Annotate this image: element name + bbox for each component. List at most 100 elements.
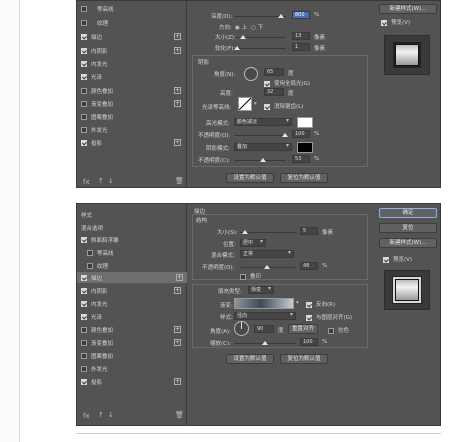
checkbox[interactable] xyxy=(264,103,270,110)
style-item-gradient-overlay[interactable]: 渐变叠加 + xyxy=(81,98,185,109)
checkbox[interactable] xyxy=(81,100,87,107)
checkbox[interactable] xyxy=(81,300,87,307)
move-down-icon[interactable]: ↓ xyxy=(108,177,114,185)
add-icon[interactable]: + xyxy=(174,378,181,385)
checkbox[interactable] xyxy=(328,327,334,334)
style-item-stroke[interactable]: 描边 + xyxy=(77,272,187,283)
add-icon[interactable]: + xyxy=(174,100,181,107)
checkbox[interactable] xyxy=(81,339,87,346)
fx-icon[interactable]: fx xyxy=(83,412,90,420)
chevron-down-icon[interactable]: ▾ xyxy=(254,101,257,107)
checkbox[interactable] xyxy=(306,314,312,321)
direction-up-radio[interactable]: ◉ 上 xyxy=(235,23,247,31)
blending-options[interactable]: 混合选项 xyxy=(81,222,185,233)
style-item-stroke[interactable]: 描边 + xyxy=(81,31,185,42)
slider-thumb[interactable] xyxy=(260,158,266,162)
checkbox[interactable] xyxy=(81,73,87,80)
style-item-contour[interactable]: 等高线 xyxy=(81,3,185,14)
checkbox[interactable] xyxy=(81,313,87,320)
slider-thumb[interactable] xyxy=(264,265,270,269)
checkbox[interactable] xyxy=(81,33,87,40)
blend-mode-select[interactable]: 正常 xyxy=(240,250,294,258)
highlight-mode-select[interactable]: 颜色减淡 xyxy=(234,118,292,126)
soften-slider[interactable] xyxy=(234,46,286,50)
highlight-color-swatch[interactable] xyxy=(297,117,313,128)
opacity-field[interactable]: 48 xyxy=(300,262,318,270)
preview-checkbox[interactable]: 预览(V) xyxy=(383,255,412,263)
checkbox[interactable] xyxy=(81,139,87,146)
size-slider[interactable] xyxy=(240,230,296,234)
checkbox[interactable] xyxy=(306,301,312,308)
soften-field[interactable]: 1 xyxy=(292,43,310,51)
highlight-opacity-field[interactable]: 100 xyxy=(292,130,310,138)
move-up-icon[interactable]: ↑ xyxy=(98,177,104,185)
gradient-picker[interactable] xyxy=(234,298,294,309)
checkbox[interactable] xyxy=(81,274,87,281)
checkbox[interactable] xyxy=(81,365,87,372)
direction-down-radio[interactable]: ○ 下 xyxy=(251,23,263,31)
angle-dial[interactable] xyxy=(234,321,249,336)
angle-field[interactable]: 65 xyxy=(264,68,284,76)
reset-default-button[interactable]: 复位为默认值 xyxy=(280,354,328,364)
add-icon[interactable]: + xyxy=(174,87,181,94)
checkbox[interactable] xyxy=(381,19,387,26)
size-field[interactable]: 13 xyxy=(292,32,310,40)
checkbox[interactable] xyxy=(81,5,87,12)
trash-icon[interactable]: 🗑 xyxy=(175,411,184,419)
checkbox[interactable] xyxy=(81,287,87,294)
checkbox[interactable] xyxy=(81,126,87,133)
move-down-icon[interactable]: ↓ xyxy=(108,411,114,419)
shadow-opacity-field[interactable]: 53 xyxy=(292,155,310,163)
size-slider[interactable] xyxy=(234,35,286,39)
overprint-checkbox[interactable]: 叠印 xyxy=(240,272,261,280)
add-icon[interactable]: + xyxy=(176,274,183,281)
style-item-outer-glow[interactable]: 外发光 xyxy=(81,124,185,135)
reset-align-button[interactable]: 重置对齐 xyxy=(288,324,318,334)
checkbox[interactable] xyxy=(81,19,87,26)
style-item-outer-glow[interactable]: 外发光 xyxy=(81,363,185,374)
preview-checkbox[interactable]: 预览(V) xyxy=(381,18,410,26)
checkbox[interactable] xyxy=(264,80,270,87)
style-item-bevel-emboss[interactable]: 斜面和浮雕 xyxy=(81,234,185,245)
checkbox[interactable] xyxy=(81,352,87,359)
fx-icon[interactable]: fx xyxy=(83,178,90,186)
checkbox[interactable] xyxy=(81,60,87,67)
slider-thumb[interactable] xyxy=(240,35,246,39)
gradient-style-select[interactable]: 径向 xyxy=(234,312,296,320)
trash-icon[interactable]: 🗑 xyxy=(175,177,184,185)
fill-type-select[interactable]: 渐变 xyxy=(248,286,274,294)
gloss-contour-preview[interactable] xyxy=(238,97,252,111)
ok-button[interactable]: 确定 xyxy=(379,208,437,218)
highlight-opacity-slider[interactable] xyxy=(234,133,288,137)
cancel-button[interactable]: 复位 xyxy=(379,223,437,233)
checkbox[interactable] xyxy=(81,236,87,243)
opacity-slider[interactable] xyxy=(240,265,296,269)
global-light-checkbox[interactable]: 使用全局光(G) xyxy=(264,79,310,87)
set-default-button[interactable]: 设置为默认值 xyxy=(226,354,274,364)
style-item-texture[interactable]: 纹理 xyxy=(81,260,185,271)
style-item-pattern-overlay[interactable]: 图案叠加 xyxy=(81,111,185,122)
new-style-button[interactable]: 新建样式(W)... xyxy=(379,238,437,248)
style-item-color-overlay[interactable]: 颜色叠加 + xyxy=(81,85,185,96)
style-item-gradient-overlay[interactable]: 渐变叠加 + xyxy=(81,337,185,348)
shadow-mode-select[interactable]: 叠加 xyxy=(234,143,292,151)
shadow-color-swatch[interactable] xyxy=(297,142,313,153)
checkbox[interactable] xyxy=(81,113,87,120)
antialias-checkbox[interactable]: 消除锯齿(L) xyxy=(264,102,303,110)
move-up-icon[interactable]: ↑ xyxy=(98,411,104,419)
add-icon[interactable]: + xyxy=(174,339,181,346)
checkbox[interactable] xyxy=(81,87,87,94)
style-item-contour[interactable]: 等高线 xyxy=(81,247,185,258)
depth-field[interactable]: 800 xyxy=(292,11,310,19)
style-item-drop-shadow[interactable]: 投影 + xyxy=(81,376,185,387)
style-item-pattern-overlay[interactable]: 图案叠加 xyxy=(81,350,185,361)
checkbox[interactable] xyxy=(87,249,93,256)
dither-checkbox[interactable]: 仿色 xyxy=(328,326,349,334)
add-icon[interactable]: + xyxy=(174,287,181,294)
slider-thumb[interactable] xyxy=(242,230,248,234)
add-icon[interactable]: + xyxy=(174,326,181,333)
reset-default-button[interactable]: 复位为默认值 xyxy=(280,173,328,183)
shadow-opacity-slider[interactable] xyxy=(234,158,286,162)
angle-dial[interactable] xyxy=(244,67,258,81)
add-icon[interactable]: + xyxy=(174,47,181,54)
